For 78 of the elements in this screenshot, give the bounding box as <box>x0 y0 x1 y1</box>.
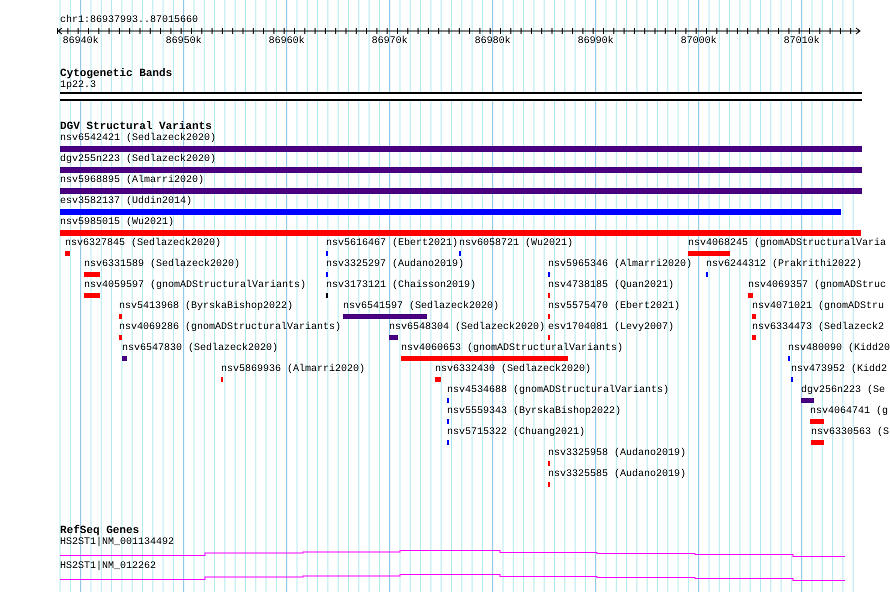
feature-label: nsv4534688 (gnomADStructuralVariants) <box>447 385 670 397</box>
variant-bar[interactable] <box>84 293 100 298</box>
location-label: chr1:86937993..87015660 <box>59 15 198 27</box>
variant-bar[interactable] <box>435 377 441 382</box>
feature-label: nsv6334473 (Sedlazeck2 <box>752 322 884 334</box>
feature-label: nsv4064741 (g <box>810 406 888 418</box>
variant-bar[interactable] <box>752 314 756 319</box>
feature-label: nsv6244312 (Prakrithi2022) <box>706 259 862 271</box>
feature-label: nsv6058721 (Wu2021) <box>459 238 574 250</box>
feature-label: nsv6332430 (Sedlazeck2020) <box>435 364 592 376</box>
variant-bar[interactable] <box>343 314 427 319</box>
variant-bar[interactable] <box>84 272 100 277</box>
tick-label: 86990k <box>578 37 614 47</box>
variant-bar[interactable] <box>60 146 862 152</box>
variant-bar[interactable] <box>119 314 122 319</box>
variant-bar[interactable] <box>65 251 70 256</box>
feature-label: nsv3173121 (Chaisson2019) <box>326 280 476 292</box>
track-title: DGV Structural Variants <box>60 121 212 133</box>
feature-label: nsv4068245 (gnomADStructuralVaria <box>688 238 886 250</box>
feature-label: nsv6330563 (S <box>811 427 890 439</box>
tick-label: 86980k <box>474 37 511 47</box>
variant-bar[interactable] <box>119 335 122 340</box>
feature-label: nsv5985015 (Wu2021) <box>59 217 174 229</box>
feature-label: nsv4071021 (gnomADStru <box>752 301 884 313</box>
variant-bar[interactable] <box>60 230 861 236</box>
tick-label: 86940k <box>62 37 99 47</box>
feature-label: nsv6548304 (Sedlazeck2020) <box>389 322 546 334</box>
variant-bar[interactable] <box>389 335 398 340</box>
feature-label: nsv5413968 (ByrskaBishop2022) <box>119 301 294 313</box>
tick-label: 87000k <box>680 37 717 47</box>
gene-model[interactable] <box>60 550 846 557</box>
variant-bar[interactable] <box>801 398 814 403</box>
variant-bar[interactable] <box>811 440 824 445</box>
feature-label: nsv5715322 (Chuang2021) <box>447 427 586 439</box>
variant-bar[interactable] <box>748 293 753 298</box>
feature-label: nsv6331589 (Sedlazeck2020) <box>84 259 240 271</box>
feature-label: nsv5616467 (Ebert2021) <box>326 238 458 250</box>
feature-label: nsv6327845 (Sedlazeck2020) <box>65 238 222 250</box>
feature-label: nsv6541597 (Sedlazeck2020) <box>343 301 500 313</box>
feature-label: nsv4059597 (gnomADStructuralVariants) <box>84 280 306 292</box>
variant-bar[interactable] <box>60 188 862 194</box>
feature-label: nsv4738185 (Quan2021) <box>548 280 674 292</box>
variant-bar[interactable] <box>810 419 824 424</box>
variant-bar[interactable] <box>122 356 127 361</box>
band-label: 1p22.3 <box>59 80 96 92</box>
feature-label: nsv3325297 (Audano2019) <box>326 259 464 271</box>
feature-label: nsv4069357 (gnomADStruc <box>748 280 886 292</box>
feature-label: nsv3325585 (Audano2019) <box>548 469 686 481</box>
feature-label: dgv255n223 (Sedlazeck2020) <box>59 154 216 166</box>
feature-label: nsv480090 (Kidd20 <box>788 343 890 355</box>
feature-label: nsv3325958 (Audano2019) <box>548 448 686 460</box>
track-title: Cytogenetic Bands <box>60 68 172 80</box>
variant-bar[interactable] <box>752 335 756 340</box>
tick-label: 86950k <box>166 37 202 47</box>
tick-label: 86960k <box>268 37 305 47</box>
feature-label: dgv256n223 (Se <box>801 385 886 397</box>
gene-model[interactable] <box>60 574 846 581</box>
variant-bar[interactable] <box>688 251 730 256</box>
feature-label: nsv4069286 (gnomADStructuralVariants) <box>119 322 342 334</box>
feature-label: nsv5559343 (ByrskaBishop2022) <box>447 406 622 418</box>
feature-label: nsv473952 (Kidd2 <box>791 364 888 376</box>
feature-label: esv1704081 (Levy2007) <box>548 322 674 334</box>
variant-bar[interactable] <box>60 209 841 215</box>
feature-label: nsv4060653 (gnomADStructuralVariants) <box>401 343 624 355</box>
variant-bar[interactable] <box>60 167 862 173</box>
gene-label: HS2ST1|NM_001134492 <box>60 537 174 549</box>
feature-label: nsv5869936 (Almarri2020) <box>221 364 366 376</box>
feature-label: nsv5965346 (Almarri2020) <box>548 259 692 271</box>
feature-label: esv3582137 (Uddin2014) <box>59 196 192 208</box>
tick-label: 87010k <box>784 37 820 47</box>
feature-label: nsv6547830 (Sedlazeck2020) <box>122 343 278 355</box>
track-title: RefSeq Genes <box>60 525 140 537</box>
feature-label: nsv6542421 (Sedlazeck2020) <box>59 133 216 145</box>
variant-bar[interactable] <box>401 356 568 361</box>
feature-label: nsv5968895 (Almarri2020) <box>59 175 204 187</box>
tick-label: 86970k <box>372 37 408 47</box>
gene-label: HS2ST1|NM_012262 <box>60 561 156 573</box>
feature-label: nsv5575470 (Ebert2021) <box>548 301 680 313</box>
